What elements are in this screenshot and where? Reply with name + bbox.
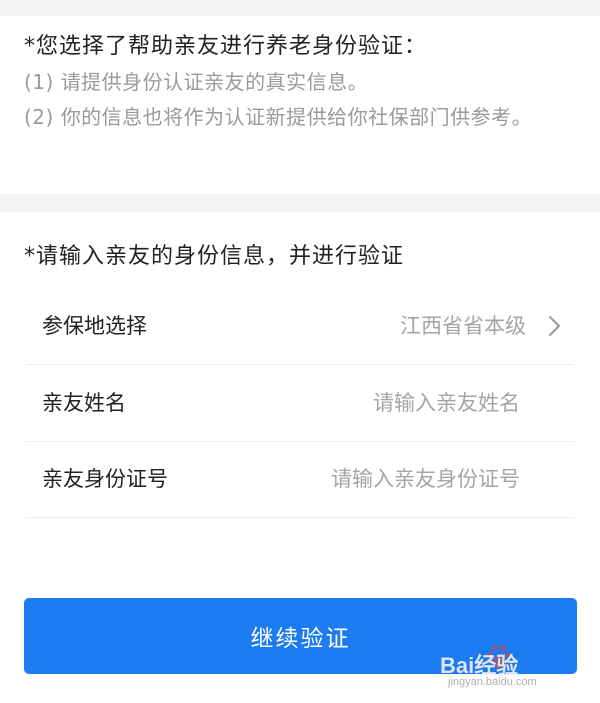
- form-title: *请输入亲友的身份信息，并进行验证: [24, 244, 405, 269]
- insured-location-row[interactable]: 参保地选择 江西省省本级: [26, 288, 574, 365]
- relative-id-label: 亲友身份证号: [42, 467, 168, 491]
- notice-title: *您选择了帮助亲友进行养老身份验证：: [24, 34, 428, 59]
- page: *您选择了帮助亲友进行养老身份验证： (1) 请提供身份认证亲友的真实信息。 (…: [0, 0, 600, 703]
- relative-id-input[interactable]: [260, 460, 520, 498]
- chevron-right-icon[interactable]: [542, 314, 566, 338]
- relative-id-row: 亲友身份证号: [26, 441, 574, 518]
- relative-name-label: 亲友姓名: [42, 391, 126, 415]
- relative-name-row: 亲友姓名: [26, 365, 574, 442]
- relative-name-input[interactable]: [260, 384, 520, 422]
- insured-location-value[interactable]: 江西省省本级: [400, 288, 526, 364]
- notice-section: *您选择了帮助亲友进行养老身份验证： (1) 请提供身份认证亲友的真实信息。 (…: [0, 16, 600, 194]
- identity-form: *请输入亲友的身份信息，并进行验证 参保地选择 江西省省本级 亲友姓名 亲友身份…: [0, 212, 600, 703]
- insured-location-label: 参保地选择: [42, 314, 147, 338]
- section-divider: [0, 194, 600, 212]
- continue-verify-button[interactable]: 继续验证: [24, 598, 577, 674]
- top-spacer: [0, 0, 600, 16]
- notice-line-1: (1) 请提供身份认证亲友的真实信息。: [24, 70, 369, 94]
- notice-line-2: (2) 你的信息也将作为认证新提供给你社保部门供参考。: [24, 105, 533, 129]
